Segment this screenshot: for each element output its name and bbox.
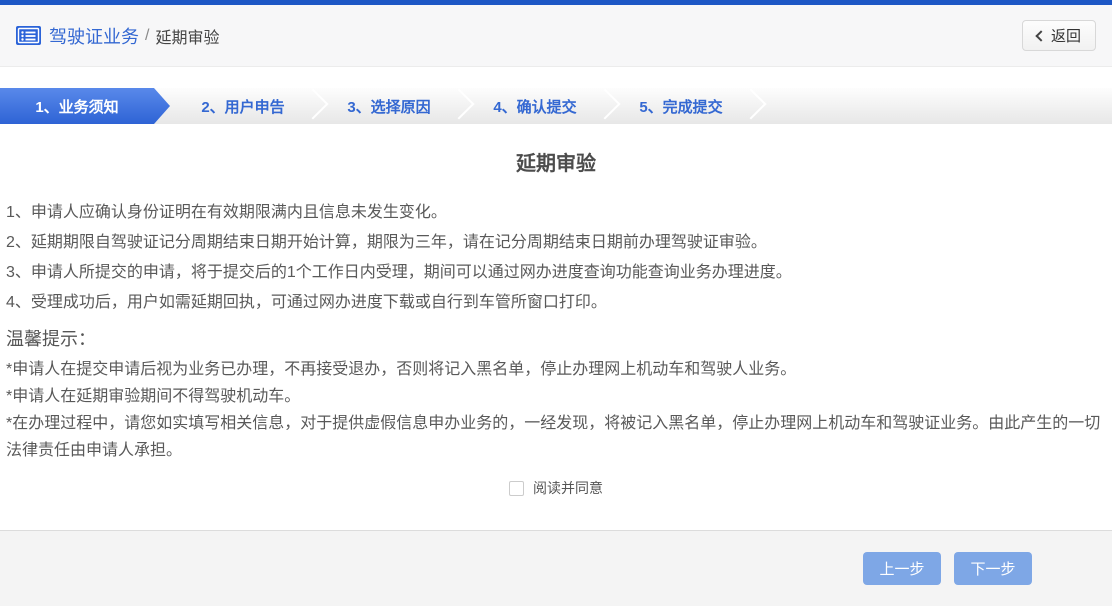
chevron-left-icon (1035, 30, 1046, 41)
notice-list: 1、申请人应确认身份证明在有效期限满内且信息未发生变化。 2、延期期限自驾驶证记… (6, 198, 1106, 318)
notice-item-1: 1、申请人应确认身份证明在有效期限满内且信息未发生变化。 (6, 198, 1106, 228)
breadcrumb-current-page: 延期审验 (155, 24, 219, 48)
step-label: 4、确认提交 (493, 96, 576, 117)
agree-label: 阅读并同意 (533, 478, 603, 498)
main-content: 延期审验 1、申请人应确认身份证明在有效期限满内且信息未发生变化。 2、延期期限… (0, 150, 1112, 498)
step-5-complete-submit: 5、完成提交 (608, 88, 754, 124)
step-3-select-reason: 3、选择原因 (316, 88, 462, 124)
step-label: 5、完成提交 (639, 96, 722, 117)
step-2-user-declaration: 2、用户申告 (170, 88, 316, 124)
agree-row[interactable]: 阅读并同意 (6, 478, 1106, 498)
back-button[interactable]: 返回 (1022, 20, 1096, 51)
breadcrumb-service-category[interactable]: 驾驶证业务 (49, 23, 139, 49)
breadcrumb-separator: / (145, 27, 149, 45)
step-label: 1、业务须知 (35, 96, 118, 117)
page: 驾驶证业务 / 延期审验 返回 1、业务须知 2、用户申告 3、选择原因 4、确… (0, 0, 1112, 606)
step-label: 2、用户申告 (201, 96, 284, 117)
tip-item-2: *申请人在延期审验期间不得驾驶机动车。 (6, 383, 1106, 410)
next-step-button[interactable]: 下一步 (954, 552, 1032, 585)
header: 驾驶证业务 / 延期审验 返回 (0, 5, 1112, 67)
agree-checkbox[interactable] (509, 481, 524, 496)
tip-item-1: *申请人在提交申请后视为业务已办理，不再接受退办，否则将记入黑名单，停止办理网上… (6, 356, 1106, 383)
notice-item-4: 4、受理成功后，用户如需延期回执，可通过网办进度下载或自行到车管所窗口打印。 (6, 288, 1106, 318)
step-progress-bar: 1、业务须知 2、用户申告 3、选择原因 4、确认提交 5、完成提交 (0, 88, 1112, 124)
step-4-confirm-submit: 4、确认提交 (462, 88, 608, 124)
footer-action-bar: 上一步 下一步 (0, 530, 1112, 606)
step-label: 3、选择原因 (347, 96, 430, 117)
tips-title: 温馨提示： (6, 322, 1106, 356)
page-title: 延期审验 (6, 150, 1106, 178)
back-button-label: 返回 (1051, 25, 1081, 46)
step-bar-filler (754, 88, 1112, 124)
list-icon (16, 26, 41, 45)
notice-item-3: 3、申请人所提交的申请，将于提交后的1个工作日内受理，期间可以通过网办进度查询功… (6, 258, 1106, 288)
tips-list: *申请人在提交申请后视为业务已办理，不再接受退办，否则将记入黑名单，停止办理网上… (6, 356, 1106, 464)
notice-item-2: 2、延期期限自驾驶证记分周期结束日期开始计算，期限为三年，请在记分周期结束日期前… (6, 228, 1106, 258)
step-1-business-notice: 1、业务须知 (0, 88, 170, 124)
tip-item-3: *在办理过程中，请您如实填写相关信息，对于提供虚假信息申办业务的，一经发现，将被… (6, 410, 1106, 464)
previous-step-button[interactable]: 上一步 (863, 552, 941, 585)
